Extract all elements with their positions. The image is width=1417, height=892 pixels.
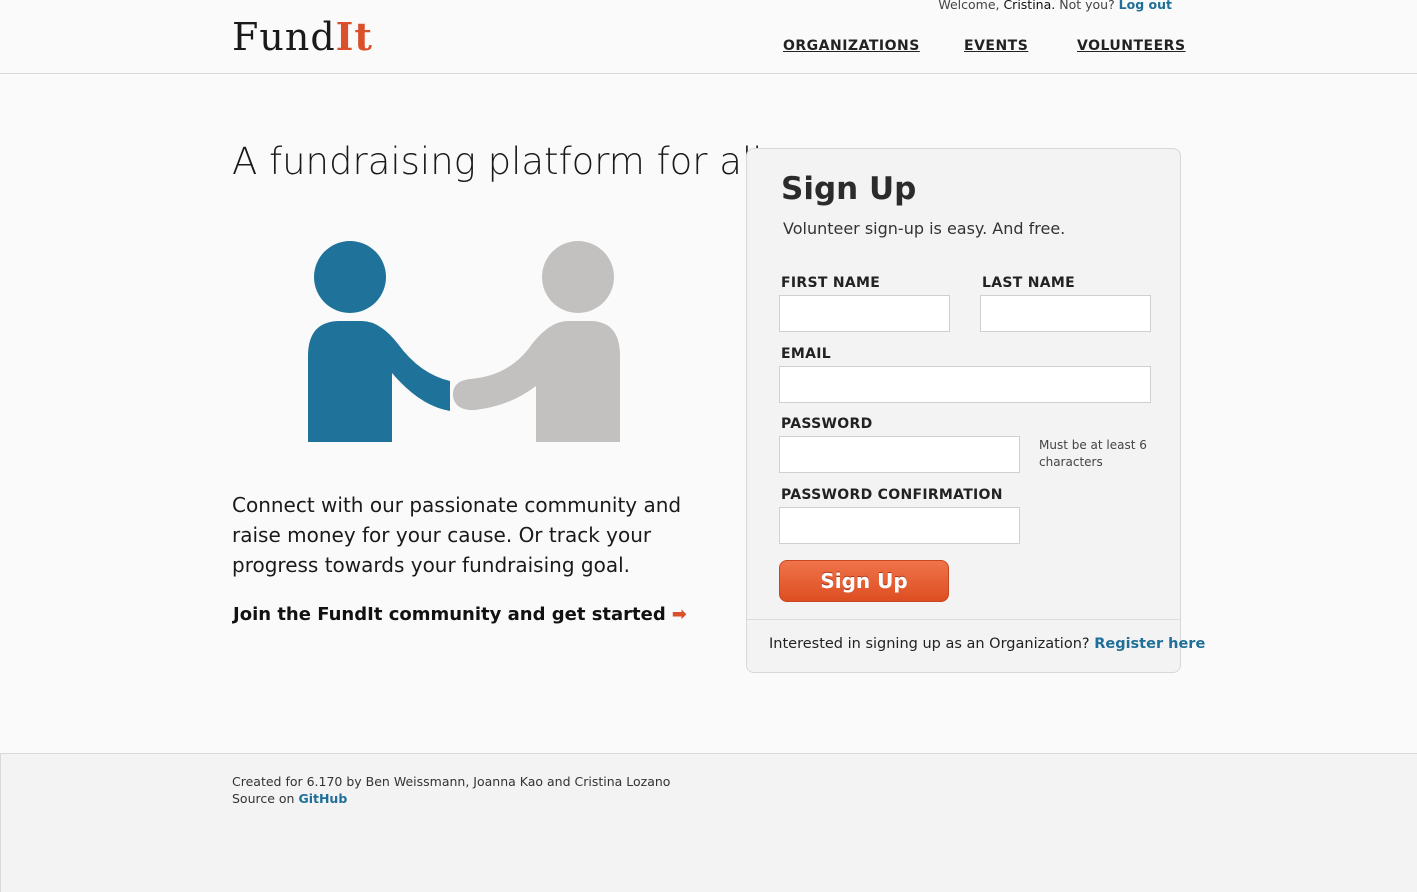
nav-volunteers[interactable]: VOLUNTEERS <box>1077 38 1186 54</box>
footer-source-prefix: Source on <box>232 791 299 806</box>
nav-organizations[interactable]: ORGANIZATIONS <box>783 38 920 54</box>
welcome-message: Welcome, Cristina. Not you? Log out <box>938 0 1172 12</box>
nav-events[interactable]: EVENTS <box>964 38 1028 54</box>
org-signup-question: Interested in signing up as an Organizat… <box>769 636 1090 652</box>
email-field[interactable] <box>779 366 1151 403</box>
site-header: FundIt Welcome, Cristina. Not you? Log o… <box>0 0 1417 74</box>
signup-subtitle: Volunteer sign-up is easy. And free. <box>783 219 1066 238</box>
page: FundIt Welcome, Cristina. Not you? Log o… <box>0 0 1417 892</box>
fundit-logo[interactable]: FundIt <box>232 14 373 60</box>
hero-intro-text: Connect with our passionate community an… <box>232 493 682 577</box>
handshake-illustration-icon <box>308 241 620 442</box>
gray-person-body <box>452 321 620 442</box>
password-confirmation-field[interactable] <box>779 507 1020 544</box>
welcome-prefix: Welcome, <box>938 0 1004 12</box>
site-footer: Created for 6.170 by Ben Weissmann, Joan… <box>0 753 1417 892</box>
gray-person-head <box>542 241 614 313</box>
welcome-question: Not you? <box>1055 0 1119 12</box>
password-field[interactable] <box>779 436 1020 473</box>
get-started-label: Join the FundIt community and get starte… <box>233 604 666 625</box>
arrow-right-icon: ➡ <box>671 604 687 625</box>
first-name-label: FIRST NAME <box>781 275 881 291</box>
logo-text-accent: It <box>335 14 373 59</box>
footer-source: Source on GitHub <box>232 791 347 806</box>
email-label: EMAIL <box>781 346 831 362</box>
blue-person-head <box>314 241 386 313</box>
sign-up-button[interactable]: Sign Up <box>779 560 949 602</box>
register-organization-link[interactable]: Register here <box>1094 636 1205 652</box>
password-label: PASSWORD <box>781 416 873 432</box>
hero-tagline: A fundraising platform for all. <box>232 140 775 183</box>
password-hint: Must be at least 6 characters <box>1039 438 1147 469</box>
password-confirmation-label: PASSWORD CONFIRMATION <box>781 487 1003 503</box>
signup-title: Sign Up <box>781 171 917 207</box>
logo-text-main: Fund <box>232 15 336 59</box>
signup-panel-footer: Interested in signing up as an Organizat… <box>747 619 1205 672</box>
signup-panel: Sign Up Volunteer sign-up is easy. And f… <box>746 148 1205 673</box>
last-name-label: LAST NAME <box>982 275 1076 291</box>
get-started-link[interactable]: Join the FundIt community and get starte… <box>233 604 687 625</box>
last-name-field[interactable] <box>980 295 1151 332</box>
logout-link[interactable]: Log out <box>1119 0 1172 12</box>
github-link[interactable]: GitHub <box>298 791 347 806</box>
footer-credits: Created for 6.170 by Ben Weissmann, Joan… <box>232 774 671 789</box>
org-signup-prompt: Interested in signing up as an Organizat… <box>769 636 1205 652</box>
blue-person-body <box>308 321 450 442</box>
first-name-field[interactable] <box>779 295 950 332</box>
welcome-user-name: Cristina. <box>1003 0 1056 12</box>
